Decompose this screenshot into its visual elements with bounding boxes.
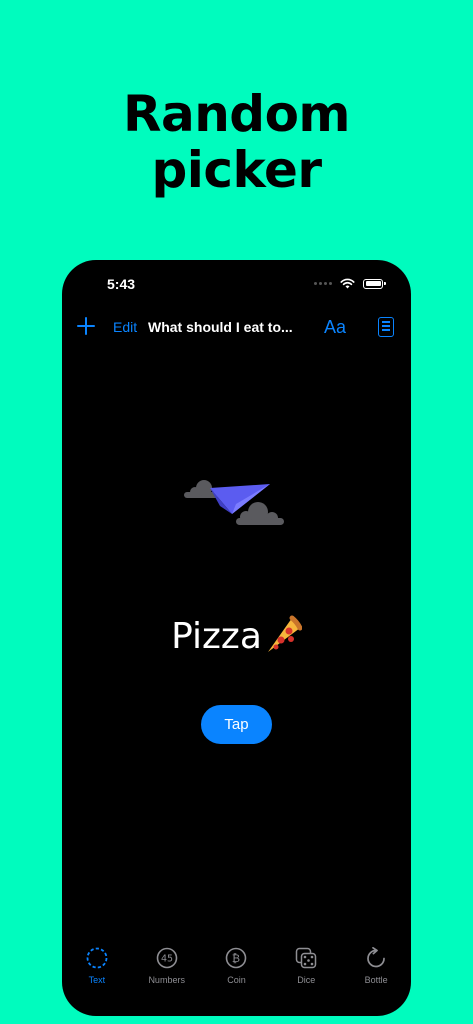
cellular-signal-icon xyxy=(314,282,332,285)
headline-line-1: Random xyxy=(122,85,351,143)
tab-bar: Text 45 Numbers ₿ Coin Dice Bottle xyxy=(62,946,411,996)
coin-icon: ₿ xyxy=(224,946,248,970)
phone-screen: 5:43 Edit What should I eat to... Aa Piz… xyxy=(62,260,411,1016)
navigation-bar: Edit What should I eat to... Aa xyxy=(62,312,411,344)
tab-label: Text xyxy=(88,975,106,985)
list-icon[interactable] xyxy=(378,317,394,337)
edit-button[interactable]: Edit xyxy=(113,319,137,335)
number-45-icon: 45 xyxy=(155,946,179,970)
svg-text:₿: ₿ xyxy=(232,952,240,965)
add-icon[interactable] xyxy=(76,316,96,336)
status-time: 5:43 xyxy=(107,276,136,292)
headline-line-2: picker xyxy=(151,141,322,199)
wifi-icon xyxy=(340,278,355,289)
cloud-icon xyxy=(236,502,284,525)
tab-label: Numbers xyxy=(148,975,185,985)
dashed-circle-icon xyxy=(85,946,109,970)
tab-text[interactable]: Text xyxy=(62,946,132,996)
pizza-icon xyxy=(267,615,303,652)
tab-label: Bottle xyxy=(364,975,388,985)
result-display: Pizza xyxy=(62,614,411,657)
tab-label: Coin xyxy=(227,975,246,985)
paper-plane-illustration xyxy=(184,478,284,534)
tab-dice[interactable]: Dice xyxy=(271,946,341,996)
tab-numbers[interactable]: 45 Numbers xyxy=(132,946,202,996)
dice-icon xyxy=(294,946,318,970)
result-text: Pizza xyxy=(171,616,262,657)
headline: Random picker xyxy=(0,86,473,198)
tab-bottle[interactable]: Bottle xyxy=(341,946,411,996)
tap-button[interactable]: Tap xyxy=(201,705,272,744)
battery-icon xyxy=(363,278,386,289)
status-indicators xyxy=(314,278,386,289)
svg-text:45: 45 xyxy=(161,954,173,965)
rotate-arrow-icon xyxy=(364,946,388,970)
font-button[interactable]: Aa xyxy=(324,317,346,338)
tab-coin[interactable]: ₿ Coin xyxy=(202,946,272,996)
tab-label: Dice xyxy=(297,975,316,985)
list-title[interactable]: What should I eat to... xyxy=(148,319,293,335)
